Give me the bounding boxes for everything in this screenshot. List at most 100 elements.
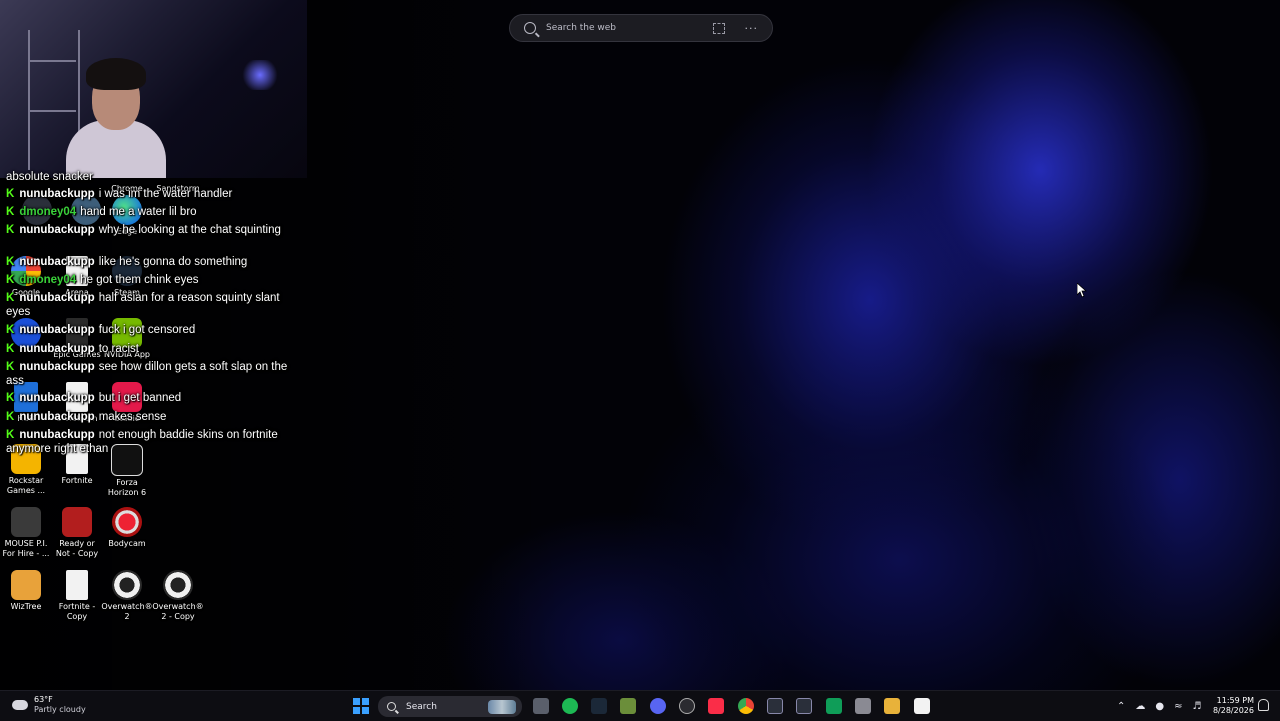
- visual-search-icon[interactable]: [712, 22, 725, 34]
- kick-badge-icon: K: [6, 206, 15, 218]
- chat-username: nunubackupp: [19, 343, 95, 355]
- kick-badge-icon: K: [6, 343, 15, 355]
- desktop-icon-label: Rockstar Games ...: [6, 476, 46, 495]
- bodycam-icon: [112, 507, 142, 537]
- chat-message-text: hand me a water lil bro: [80, 206, 197, 218]
- taskbar-search-label: Search: [406, 701, 437, 712]
- taskbar: 63°F Partly cloudy Search ⌃ ☁ ● ≈ ♬ 11:5…: [0, 690, 1280, 721]
- chat-message: Knunubackupp makes sense: [6, 410, 298, 424]
- desktop-icon-mouse-pi[interactable]: MOUSE P.I. For Hire - ...: [0, 507, 52, 559]
- chat-username: nunubackupp: [19, 292, 95, 304]
- file-explorer-icon[interactable]: [884, 698, 900, 714]
- desktop-icon-label: Forza Horizon 6: [107, 478, 147, 497]
- steam-icon[interactable]: [591, 698, 607, 714]
- app-icon[interactable]: [826, 698, 842, 714]
- volume-icon[interactable]: ♬: [1193, 701, 1202, 712]
- chat-message-text: absolute snacker: [6, 171, 93, 183]
- obs-icon[interactable]: [679, 698, 695, 714]
- taskbar-search[interactable]: Search: [378, 696, 522, 717]
- chat-message-text: like he's gonna do something: [98, 256, 248, 268]
- web-search-placeholder: Search the web: [546, 23, 617, 33]
- overwatch-icon: [163, 570, 193, 600]
- spotify-icon[interactable]: [562, 698, 578, 714]
- forza-icon[interactable]: [914, 698, 930, 714]
- web-search-bar[interactable]: Search the web ···: [509, 14, 773, 42]
- window-app-icon[interactable]: [796, 698, 812, 714]
- chat-message: Knunubackupp to racist: [6, 342, 298, 356]
- notification-bell-icon[interactable]: [1258, 699, 1269, 711]
- file-icon: [66, 570, 88, 600]
- chat-username: dmoney04: [19, 206, 77, 218]
- chat-message-text: i was im the water handler: [98, 188, 233, 200]
- webcam-person-hair: [86, 58, 146, 90]
- window-app-icon[interactable]: [767, 698, 783, 714]
- ready-or-not-icon: [62, 507, 92, 537]
- weather-temperature: 63°F: [34, 695, 53, 704]
- chevron-up-icon[interactable]: ⌃: [1117, 701, 1125, 712]
- chat-message-text: but i get banned: [98, 392, 182, 404]
- microphone-icon[interactable]: ●: [1155, 701, 1164, 712]
- kick-badge-icon: K: [6, 188, 15, 200]
- chat-message-text: why he looking at the chat squinting: [98, 224, 281, 236]
- chat-username: nunubackupp: [19, 256, 95, 268]
- webcam-light: [240, 60, 280, 90]
- chat-username: nunubackupp: [19, 429, 95, 441]
- chat-username: dmoney04: [19, 274, 77, 286]
- chat-message: absolute snacker: [6, 170, 298, 184]
- chat-message-text: to racist: [98, 343, 139, 355]
- clock-date: 8/28/2026: [1212, 706, 1254, 715]
- chat-message: Kdmoney04 he got them chink eyes: [6, 273, 298, 287]
- kick-badge-icon: K: [6, 361, 15, 373]
- task-view-icon[interactable]: [533, 698, 549, 714]
- desktop-icon-label: WizTree: [10, 602, 42, 611]
- kick-badge-icon: K: [6, 274, 15, 286]
- desktop-icon-overwatch[interactable]: Overwatch® 2: [101, 570, 153, 622]
- desktop-icon-label: Bodycam: [108, 539, 146, 548]
- search-icon: [387, 702, 396, 711]
- chat-username: nunubackupp: [19, 324, 95, 336]
- app-icon[interactable]: [855, 698, 871, 714]
- minecraft-icon[interactable]: [620, 698, 636, 714]
- kick-badge-icon: K: [6, 224, 15, 236]
- kick-badge-icon: K: [6, 411, 15, 423]
- chat-message: Knunubackupp half asian for a reason squi…: [6, 291, 298, 319]
- desktop-icon-label: Fortnite: [61, 476, 93, 485]
- start-button[interactable]: [353, 698, 369, 714]
- weather-widget[interactable]: 63°F Partly cloudy: [9, 695, 86, 715]
- desktop-icon-label: Ready or Not - Copy: [55, 539, 99, 558]
- chat-message: Knunubackupp not enough baddie skins on f…: [6, 428, 298, 456]
- music-icon[interactable]: [708, 698, 724, 714]
- chat-username: nunubackupp: [19, 411, 95, 423]
- chat-message: Knunubackupp like he's gonna do something: [6, 255, 298, 269]
- more-options-icon[interactable]: ···: [745, 22, 759, 35]
- desktop-icon-wiztree[interactable]: WizTree: [0, 570, 52, 612]
- chat-username: nunubackupp: [19, 392, 95, 404]
- chat-message: Kdmoney04 hand me a water lil bro: [6, 205, 298, 219]
- kick-badge-icon: K: [6, 324, 15, 336]
- clock-time: 11:59 PM: [1216, 696, 1254, 705]
- onedrive-icon[interactable]: ☁: [1135, 701, 1145, 712]
- desktop-icon-fortnite-copy[interactable]: Fortnite - Copy: [51, 570, 103, 622]
- chat-message: Knunubackupp fuck i got censored: [6, 323, 298, 337]
- weather-condition: Partly cloudy: [34, 705, 86, 714]
- chat-message-text: makes sense: [98, 411, 167, 423]
- desktop-icon-label: Overwatch® 2 - Copy: [152, 602, 204, 621]
- kick-badge-icon: K: [6, 292, 15, 304]
- mouse-pi-icon: [11, 507, 41, 537]
- clock[interactable]: 11:59 PM 8/28/2026: [1210, 696, 1254, 716]
- webcam-shelf-bar: [28, 110, 76, 112]
- kick-badge-icon: K: [6, 256, 15, 268]
- chat-message-text: he got them chink eyes: [80, 274, 199, 286]
- desktop-icon-label: Overwatch® 2: [101, 602, 153, 621]
- desktop-icon-bodycam[interactable]: Bodycam: [101, 507, 153, 549]
- chat-username: nunubackupp: [19, 361, 95, 373]
- chrome-icon[interactable]: [738, 698, 754, 714]
- desktop-icon-ready-or-not[interactable]: Ready or Not - Copy: [51, 507, 103, 559]
- discord-icon[interactable]: [650, 698, 666, 714]
- kick-badge-icon: K: [6, 429, 15, 441]
- wifi-icon[interactable]: ≈: [1174, 701, 1182, 712]
- kick-badge-icon: K: [6, 392, 15, 404]
- chat-username: nunubackupp: [19, 224, 95, 236]
- overwatch-icon: [112, 570, 142, 600]
- desktop-icon-overwatch-copy[interactable]: Overwatch® 2 - Copy: [152, 570, 204, 622]
